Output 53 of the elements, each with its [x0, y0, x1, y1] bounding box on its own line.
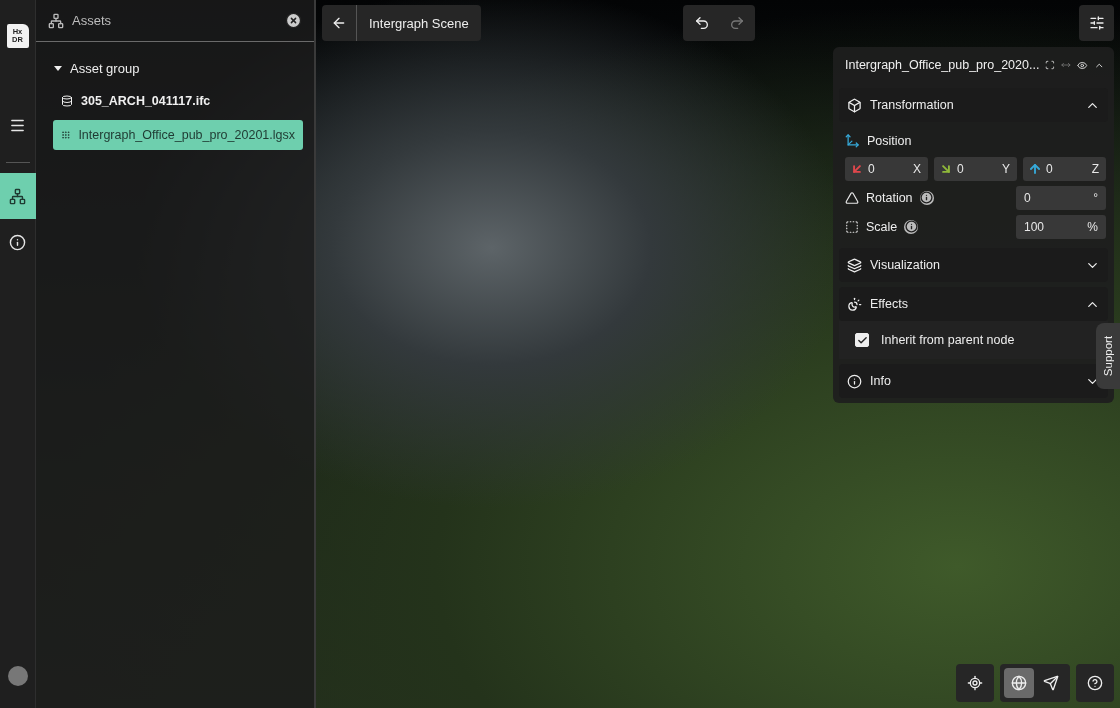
info-icon [847, 373, 862, 389]
close-button[interactable] [285, 12, 302, 29]
unit-label: % [1087, 219, 1098, 234]
position-field[interactable]: 0 Z [1023, 157, 1106, 181]
section-header[interactable]: Effects [839, 287, 1108, 321]
checkbox-label: Inherit from parent node [881, 333, 1015, 347]
stack-icon [61, 95, 73, 107]
avatar[interactable] [7, 666, 28, 686]
crosshair-icon [967, 675, 983, 691]
scale-field[interactable]: 100 % [1016, 214, 1106, 239]
transformation-icon [847, 97, 862, 113]
properties-title: Intergraph_Office_pub_pro_2020... [845, 58, 1040, 72]
checkbox[interactable] [855, 333, 869, 347]
angle-icon [845, 190, 859, 205]
rotation-field[interactable]: 0 ° [1016, 185, 1106, 210]
tree-icon [48, 12, 64, 29]
asset-item[interactable]: 305_ARCH_041117.ifc [53, 86, 303, 116]
tree-nav-button[interactable] [0, 173, 36, 219]
info-icon[interactable] [919, 190, 934, 205]
position-field[interactable]: 0 X [845, 157, 928, 181]
position-field[interactable]: 0 Y [934, 157, 1017, 181]
info-icon [9, 233, 26, 251]
sliders-icon [1088, 15, 1105, 31]
position-label: Position [867, 133, 912, 148]
close-icon [285, 12, 302, 29]
undo-icon [693, 15, 710, 31]
axis-label: X [913, 162, 921, 176]
caret-icon[interactable] [54, 65, 62, 71]
focus-icon[interactable] [1045, 58, 1056, 72]
visualization-icon [847, 257, 862, 273]
back-arrow-icon [331, 15, 347, 31]
support-tab[interactable]: Support [1096, 323, 1120, 389]
paper-plane-icon [1043, 675, 1059, 691]
resize-icon [845, 219, 859, 234]
help-icon [1087, 675, 1103, 691]
info-icon[interactable] [904, 219, 919, 234]
axes-icon [845, 133, 860, 148]
scale-label: Scale [866, 219, 898, 234]
group-label[interactable]: Asset group [70, 60, 140, 76]
rotation-label: Rotation [866, 190, 913, 205]
asset-item[interactable]: Intergraph_Office_pub_pro_20201.lgsx [53, 120, 303, 150]
globe-icon [1011, 675, 1027, 691]
effects-icon [847, 296, 862, 312]
redo-icon [728, 15, 745, 31]
section-header[interactable]: Visualization [839, 248, 1108, 282]
panel-title: Assets [72, 13, 112, 28]
unit-label: ° [1093, 190, 1098, 205]
globe-button[interactable] [1004, 668, 1034, 698]
axis-label: Y [1002, 162, 1010, 176]
dots-icon [61, 129, 71, 141]
hierarchy-icon [9, 187, 26, 205]
scene-title: Intergraph Scene [368, 14, 470, 33]
axis-label: Z [1091, 162, 1099, 176]
